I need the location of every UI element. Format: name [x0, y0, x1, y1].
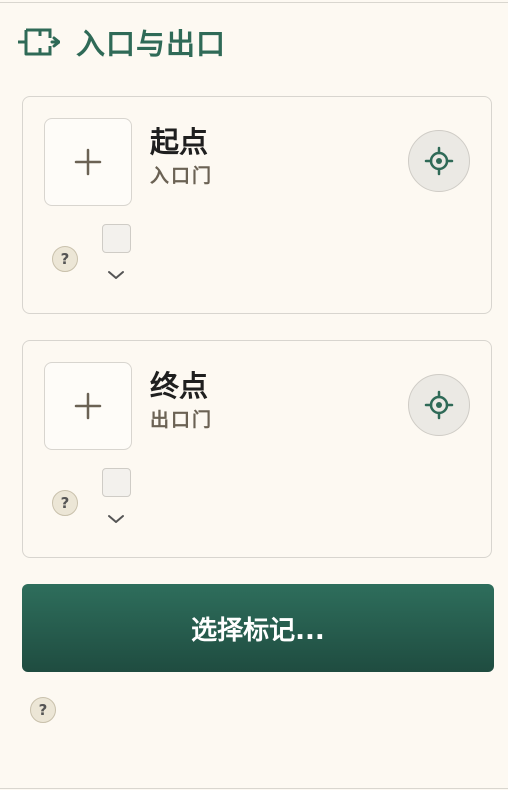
start-title: 起点 [150, 125, 209, 159]
locate-end-button[interactable] [408, 374, 470, 436]
start-help-icon[interactable]: ? [52, 246, 78, 272]
crosshair-icon [424, 146, 454, 176]
plus-icon [74, 148, 102, 176]
end-subtitle: 出口门 [150, 409, 214, 431]
select-marker-button[interactable]: 选择标记... [22, 584, 494, 672]
section-title: 入口与出口 [76, 27, 227, 61]
start-subtitle: 入口门 [150, 165, 214, 187]
chevron-down-icon[interactable] [107, 269, 125, 281]
end-help-icon[interactable]: ? [52, 490, 78, 516]
entrance-exit-icon [18, 28, 60, 56]
start-checkbox[interactable] [102, 224, 131, 253]
locate-start-button[interactable] [408, 130, 470, 192]
start-point-card: 起点 入口门 ? [22, 96, 492, 314]
footer-help-icon[interactable]: ? [30, 697, 56, 723]
add-end-marker-button[interactable] [44, 362, 132, 450]
end-checkbox[interactable] [102, 468, 131, 497]
bottom-divider [0, 788, 508, 789]
section-header: 入口与出口 [18, 22, 226, 62]
add-start-marker-button[interactable] [44, 118, 132, 206]
chevron-down-icon[interactable] [107, 513, 125, 525]
end-point-card: 终点 出口门 ? [22, 340, 492, 558]
end-title: 终点 [150, 369, 209, 403]
plus-icon [74, 392, 102, 420]
crosshair-icon [424, 390, 454, 420]
top-divider [0, 2, 508, 3]
